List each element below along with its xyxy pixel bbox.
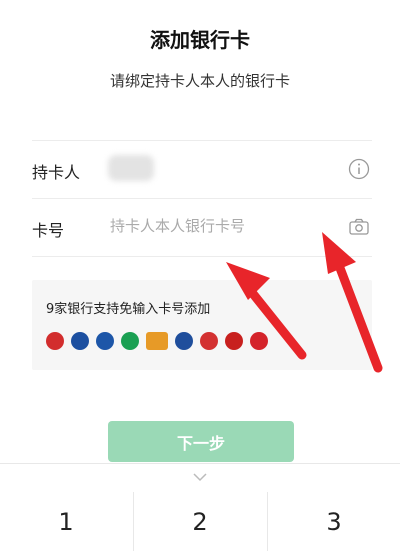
chevron-right-icon: › [359,318,366,337]
card-number-input[interactable] [110,213,320,239]
camera-icon[interactable] [348,216,370,238]
page-subtitle: 请绑定持卡人本人的银行卡 [109,72,290,90]
bank-logo-cmbc-icon [121,332,139,350]
page-title: 添加银行卡 [150,28,250,52]
bank-logo-bocom-icon [96,332,114,350]
key-1[interactable]: 1 [0,492,132,551]
bank-logo-boc-icon [225,332,243,350]
quick-add-bank-panel[interactable]: 9家银行支持免输入卡号添加 › [32,280,372,370]
bank-logo-icbc-icon [46,332,64,350]
bank-logos [46,332,268,350]
card-number-row: 卡号 [32,198,372,257]
cardholder-row: 持卡人 [32,140,372,198]
key-2[interactable]: 2 [134,492,266,551]
bank-logo-orange-icon [146,332,168,350]
card-number-label: 卡号 [32,221,65,240]
bank-logo-pab-icon [175,332,193,350]
numeric-keypad: 1 2 3 [0,463,400,551]
card-form: 持卡人 卡号 [32,140,372,257]
key-3[interactable]: 3 [268,492,400,551]
bank-logo-ccb-icon [71,332,89,350]
cardholder-label: 持卡人 [32,163,81,182]
chevron-down-icon[interactable] [192,472,208,482]
cardholder-name-blurred [108,155,154,181]
bank-logo-cmb-icon [250,332,268,350]
info-icon[interactable] [348,158,370,180]
quick-add-text: 9家银行支持免输入卡号添加 [46,302,211,317]
bank-logo-citic-icon [200,332,218,350]
next-button[interactable]: 下一步 [108,421,294,462]
